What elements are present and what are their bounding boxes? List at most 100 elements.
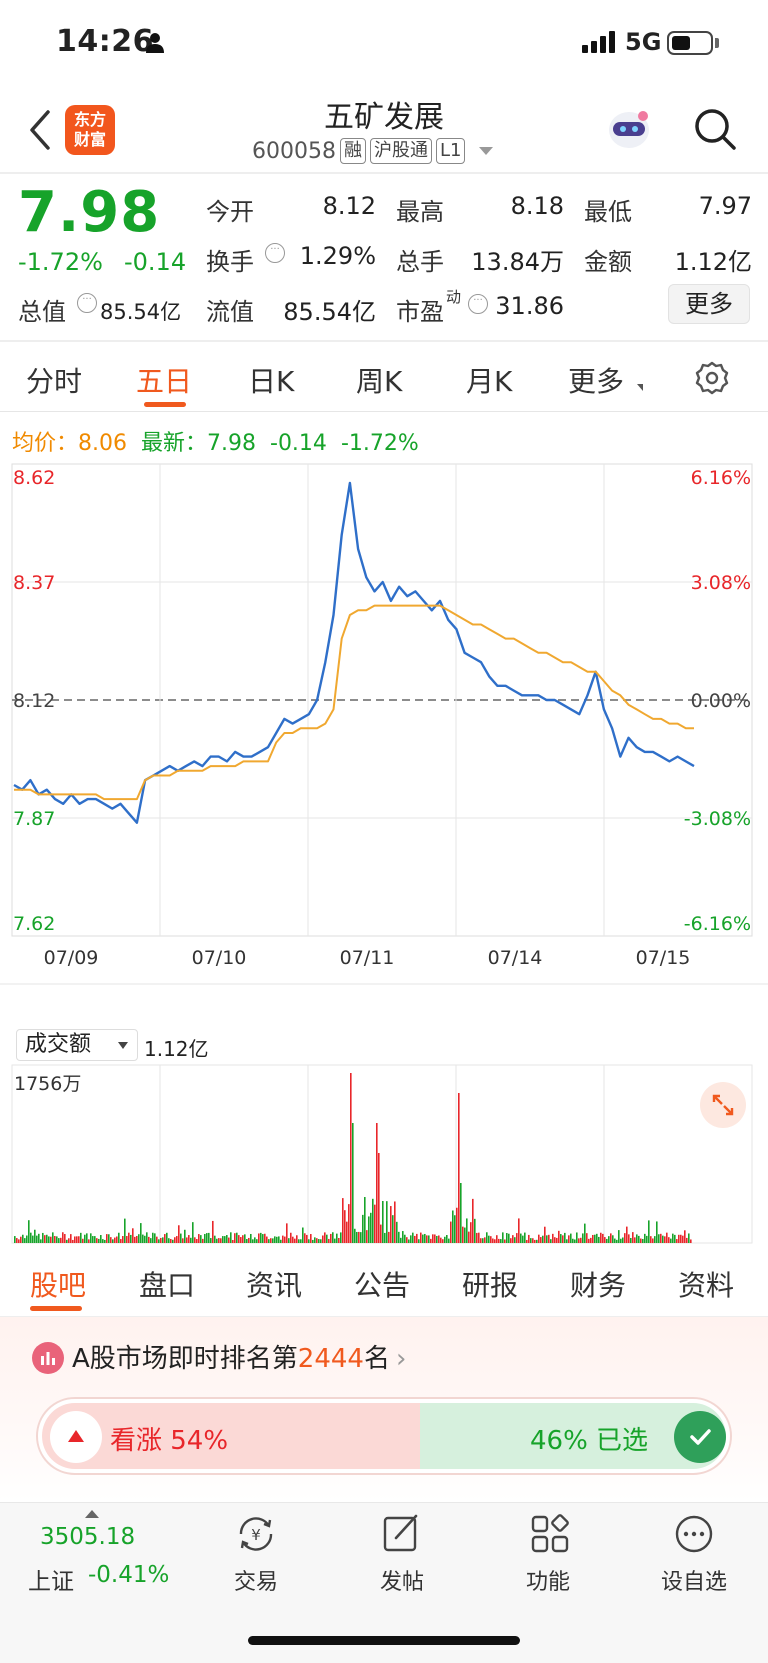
volume-bar	[466, 1218, 468, 1243]
volume-bar	[384, 1232, 386, 1243]
volume-bar	[310, 1234, 312, 1243]
latest-value: 7.98	[207, 431, 256, 456]
ranking-text[interactable]: A股市场即时排名第2444名 ›	[72, 1338, 406, 1375]
volume-bar	[72, 1239, 74, 1243]
volume-bar	[104, 1239, 106, 1243]
tab-research[interactable]: 研报	[462, 1264, 518, 1304]
expand-icon	[712, 1094, 734, 1116]
price-chart[interactable]: 8.62 6.16% 8.37 3.08% 8.12 0.00% 7.87 -3.08% 7.6…	[0, 458, 768, 1028]
volume-bar	[228, 1237, 230, 1243]
volume-bar	[382, 1201, 384, 1243]
volume-bar	[66, 1239, 68, 1243]
volume-bar	[362, 1214, 364, 1243]
gear-icon[interactable]	[694, 360, 730, 396]
nav-functions[interactable]: 功能	[498, 1564, 598, 1596]
volume-bar	[260, 1232, 262, 1243]
trade-yuan-icon[interactable]: ¥	[233, 1514, 279, 1554]
tab-news[interactable]: 资讯	[246, 1264, 302, 1304]
volume-bar	[622, 1237, 624, 1243]
y-tick-right: 3.08%	[691, 572, 751, 594]
more-dots-icon[interactable]: ···	[77, 293, 97, 313]
vote-bar[interactable]: 看涨 54% 46% 已选	[36, 1397, 732, 1475]
volume-bar	[300, 1239, 302, 1243]
nav-post[interactable]: 发帖	[352, 1564, 452, 1596]
fullscreen-button[interactable]	[700, 1082, 746, 1128]
volume-bar	[112, 1239, 114, 1243]
more-dots-icon[interactable]: ···	[265, 243, 285, 263]
tab-financials[interactable]: 财务	[570, 1264, 626, 1304]
expand-up-icon[interactable]	[85, 1510, 99, 1518]
index-name[interactable]: 上证	[28, 1562, 74, 1596]
tab-orderbook[interactable]: 盘口	[139, 1264, 195, 1304]
volume-bar	[502, 1232, 504, 1243]
volume-bar	[232, 1239, 234, 1243]
y-tick-left: 7.62	[13, 913, 55, 935]
volume-bar	[604, 1237, 606, 1243]
volume-bar	[672, 1233, 674, 1243]
tab-announcements[interactable]: 公告	[354, 1264, 410, 1304]
volume-bar	[196, 1239, 198, 1243]
volume-bar	[454, 1215, 456, 1243]
volume-bar	[178, 1225, 180, 1243]
stock-code-line[interactable]: 600058 融 沪股通 L1	[252, 138, 494, 164]
volume-bar	[462, 1226, 464, 1243]
volume-bar	[242, 1235, 244, 1243]
volume-bar	[96, 1238, 98, 1243]
nav-watchlist[interactable]: 设自选	[644, 1564, 744, 1596]
volume-bar	[486, 1232, 488, 1243]
change-amount: -0.14	[124, 248, 187, 276]
tab-intraday[interactable]: 分时	[26, 360, 82, 400]
index-value[interactable]: 3505.18	[40, 1524, 135, 1550]
volume-bar	[456, 1207, 458, 1243]
functions-grid-icon[interactable]	[530, 1514, 570, 1554]
index-change[interactable]: -0.41%	[88, 1562, 169, 1588]
tab-daily-k[interactable]: 日K	[248, 360, 294, 400]
volume-bar	[546, 1235, 548, 1243]
volume-bar	[570, 1233, 572, 1243]
tab-monthly-k[interactable]: 月K	[466, 360, 512, 400]
volume-bar	[152, 1232, 154, 1243]
volume-bar	[74, 1236, 76, 1243]
volume-bar	[554, 1237, 556, 1243]
volume-bar	[84, 1234, 86, 1243]
volume-bar	[148, 1236, 150, 1243]
volume-bar	[364, 1197, 366, 1243]
post-edit-icon[interactable]	[382, 1512, 422, 1554]
volume-bar	[374, 1204, 376, 1243]
volume-bar	[654, 1236, 656, 1243]
more-button[interactable]: 更多	[668, 284, 750, 324]
pe-superscript: 动	[446, 288, 462, 306]
tab-profile[interactable]: 资料	[678, 1264, 734, 1304]
tab-five-day[interactable]: 五日	[136, 360, 192, 400]
vote-up-segment[interactable]	[42, 1403, 444, 1469]
robot-assistant-icon[interactable]	[604, 104, 654, 154]
more-dots-icon[interactable]: ···	[468, 294, 488, 314]
change-percent: -1.72%	[18, 248, 103, 276]
volume-bar	[504, 1239, 506, 1243]
tab-weekly-k[interactable]: 周K	[356, 360, 402, 400]
volume-bar	[372, 1198, 374, 1243]
tab-forum[interactable]: 股吧	[30, 1264, 86, 1304]
volume-bar	[436, 1235, 438, 1243]
quote-divider	[0, 340, 768, 342]
search-icon[interactable]	[692, 106, 738, 152]
volume-bar	[558, 1230, 560, 1243]
volume-bar	[248, 1237, 250, 1243]
volume-bar	[62, 1232, 64, 1243]
volume-bar	[306, 1234, 308, 1243]
add-watchlist-icon[interactable]	[674, 1514, 714, 1554]
volume-bar	[476, 1232, 478, 1243]
battery-icon	[667, 31, 713, 55]
volume-bar	[410, 1235, 412, 1243]
tab-more[interactable]: 更多	[568, 360, 624, 400]
volume-bar	[48, 1236, 50, 1243]
volume-bar	[406, 1237, 408, 1243]
volume-bar	[42, 1232, 44, 1243]
nav-trade[interactable]: 交易	[206, 1564, 306, 1596]
volume-bar	[592, 1234, 594, 1243]
volume-bar	[402, 1231, 404, 1243]
person-icon	[146, 33, 164, 53]
volume-bar	[86, 1233, 88, 1243]
tag-margin: 融	[339, 138, 366, 164]
volume-bar	[308, 1239, 310, 1243]
